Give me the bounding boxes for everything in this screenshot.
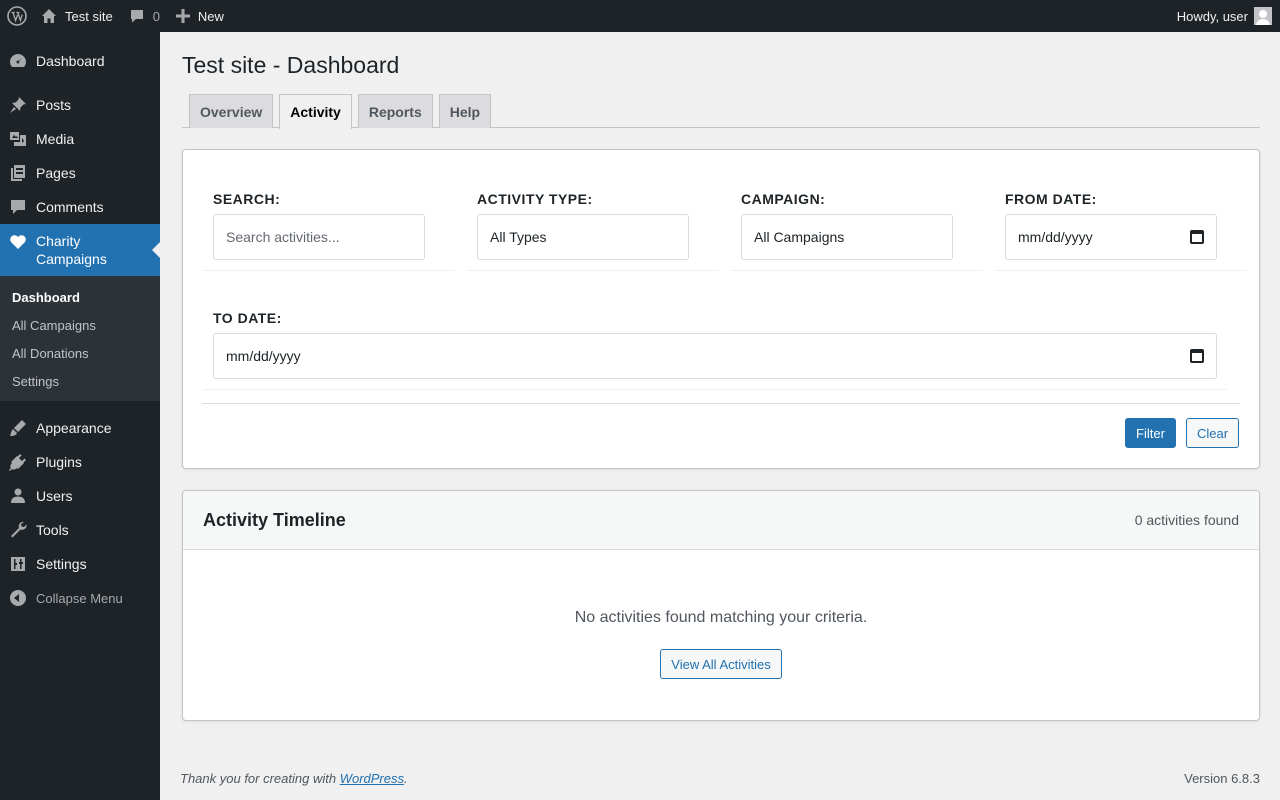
comment-icon	[8, 197, 28, 217]
collapse-arrow-icon	[10, 590, 26, 606]
search-label: SEARCH:	[213, 191, 281, 207]
wrench-icon	[8, 520, 28, 540]
comments-count: 0	[152, 8, 160, 24]
activity-count: 0 activities found	[1134, 512, 1239, 528]
from-date-input[interactable]: mm/dd/yyyy	[1005, 214, 1217, 260]
activity-type-select[interactable]: All Types	[477, 214, 689, 260]
activity-timeline-panel: Activity Timeline 0 activities found No …	[182, 490, 1260, 721]
search-input[interactable]: Search activities...	[213, 214, 425, 260]
activity-type-filter: ACTIVITY TYPE: All Types	[467, 191, 719, 271]
tab-activity[interactable]: Activity	[279, 94, 352, 129]
submenu-item-all-donations[interactable]: All Donations	[0, 339, 160, 367]
sidebar-item-appearance[interactable]: Appearance	[0, 411, 160, 445]
from-date-value: mm/dd/yyyy	[1018, 229, 1093, 245]
plus-icon	[175, 9, 190, 23]
sidebar-item-label: Charity Campaigns	[36, 233, 107, 267]
tab-overview[interactable]: Overview	[189, 94, 274, 128]
sidebar-item-label: Appearance	[36, 420, 112, 436]
pages-icon	[8, 163, 28, 183]
collapse-menu-button[interactable]: Collapse Menu	[0, 581, 160, 615]
clear-button[interactable]: Clear	[1186, 418, 1239, 448]
sidebar-item-label: Posts	[36, 97, 72, 113]
sidebar-item-label: Comments	[36, 199, 104, 215]
new-label: New	[197, 8, 224, 24]
sidebar-item-label: Settings	[36, 556, 87, 572]
submenu-item-all-campaigns[interactable]: All Campaigns	[0, 311, 160, 339]
wordpress-logo-button[interactable]	[0, 0, 33, 32]
sidebar-item-users[interactable]: Users	[0, 479, 160, 513]
from-date-label: FROM DATE:	[1005, 191, 1097, 207]
sidebar-item-comments[interactable]: Comments	[0, 190, 160, 224]
comment-icon	[130, 10, 143, 23]
tab-bar: Overview Activity Reports Help	[182, 94, 1260, 129]
heart-icon	[8, 232, 28, 252]
campaign-select[interactable]: All Campaigns	[741, 214, 953, 260]
to-date-input[interactable]: mm/dd/yyyy	[213, 333, 1217, 379]
main-content: Test site - Dashboard Overview Activity …	[182, 32, 1260, 721]
calendar-icon[interactable]	[1190, 230, 1204, 244]
sidebar-item-posts[interactable]: Posts	[0, 88, 160, 122]
timeline-title: Activity Timeline	[203, 509, 346, 530]
sidebar-item-label: Tools	[36, 522, 69, 538]
empty-message: No activities found matching your criter…	[574, 609, 868, 626]
campaign-filter: CAMPAIGN: All Campaigns	[731, 191, 983, 271]
sidebar-item-tools[interactable]: Tools	[0, 513, 160, 547]
search-filter: SEARCH: Search activities...	[203, 191, 455, 271]
sidebar-item-label: Dashboard	[36, 53, 105, 69]
sidebar-item-pages[interactable]: Pages	[0, 156, 160, 190]
dashboard-icon	[8, 51, 28, 71]
timeline-header: Activity Timeline 0 activities found	[183, 491, 1259, 550]
campaign-label: CAMPAIGN:	[741, 191, 826, 207]
collapse-label: Collapse Menu	[36, 590, 123, 606]
calendar-icon[interactable]	[1190, 349, 1204, 363]
comments-link[interactable]: 0	[121, 0, 168, 32]
sidebar-item-plugins[interactable]: Plugins	[0, 445, 160, 479]
to-date-value: mm/dd/yyyy	[226, 348, 301, 364]
submenu-item-dashboard[interactable]: Dashboard	[0, 283, 160, 311]
sidebar-item-label: Users	[36, 488, 73, 504]
to-date-label: TO DATE:	[213, 310, 282, 326]
greeting: Howdy, user	[1176, 8, 1248, 24]
sidebar-item-label: Media	[36, 131, 75, 147]
site-name-link[interactable]: Test site	[33, 0, 121, 32]
footer-thanks: Thank you for creating with WordPress.	[180, 771, 408, 786]
avatar	[1254, 7, 1272, 25]
version-text: Version 6.8.3	[1184, 771, 1260, 786]
filters-divider	[202, 403, 1240, 404]
charity-campaigns-submenu: Dashboard All Campaigns All Donations Se…	[0, 276, 160, 401]
sidebar-item-settings[interactable]: Settings	[0, 547, 160, 581]
brush-icon	[8, 418, 28, 438]
timeline-body: No activities found matching your criter…	[183, 550, 1259, 679]
wordpress-logo-icon	[7, 6, 27, 26]
tab-reports[interactable]: Reports	[357, 94, 433, 128]
filters-panel: SEARCH: Search activities... ACTIVITY TY…	[182, 149, 1260, 469]
sidebar-item-label: Pages	[36, 165, 76, 181]
to-date-filter: TO DATE: mm/dd/yyyy	[203, 310, 1227, 390]
media-icon	[8, 129, 28, 149]
activity-type-label: ACTIVITY TYPE:	[477, 191, 593, 207]
sidebar-item-dashboard[interactable]: Dashboard	[0, 44, 160, 78]
plug-icon	[8, 452, 28, 472]
wordpress-link[interactable]: WordPress	[340, 771, 404, 786]
footer: Thank you for creating with WordPress. V…	[180, 771, 1260, 786]
page-title: Test site - Dashboard	[182, 52, 400, 78]
from-date-filter: FROM DATE: mm/dd/yyyy	[995, 191, 1247, 271]
sidebar-item-charity-campaigns[interactable]: Charity Campaigns	[0, 224, 160, 276]
tab-help[interactable]: Help	[438, 94, 492, 128]
filter-button[interactable]: Filter	[1125, 418, 1176, 448]
new-content-button[interactable]: New	[168, 0, 232, 32]
admin-sidebar: Dashboard Posts Media Pages Comments Cha…	[0, 32, 160, 800]
submenu-item-settings[interactable]: Settings	[0, 367, 160, 395]
sliders-icon	[8, 554, 28, 574]
home-icon	[42, 9, 56, 23]
my-account-menu[interactable]: Howdy, user	[1169, 0, 1280, 32]
sidebar-item-media[interactable]: Media	[0, 122, 160, 156]
admin-bar: Test site 0 New Howdy, user	[0, 0, 1280, 32]
pin-icon	[8, 95, 28, 115]
user-icon	[8, 486, 28, 506]
sidebar-item-label: Plugins	[36, 454, 82, 470]
site-name: Test site	[65, 8, 113, 24]
view-all-activities-button[interactable]: View All Activities	[660, 649, 782, 679]
